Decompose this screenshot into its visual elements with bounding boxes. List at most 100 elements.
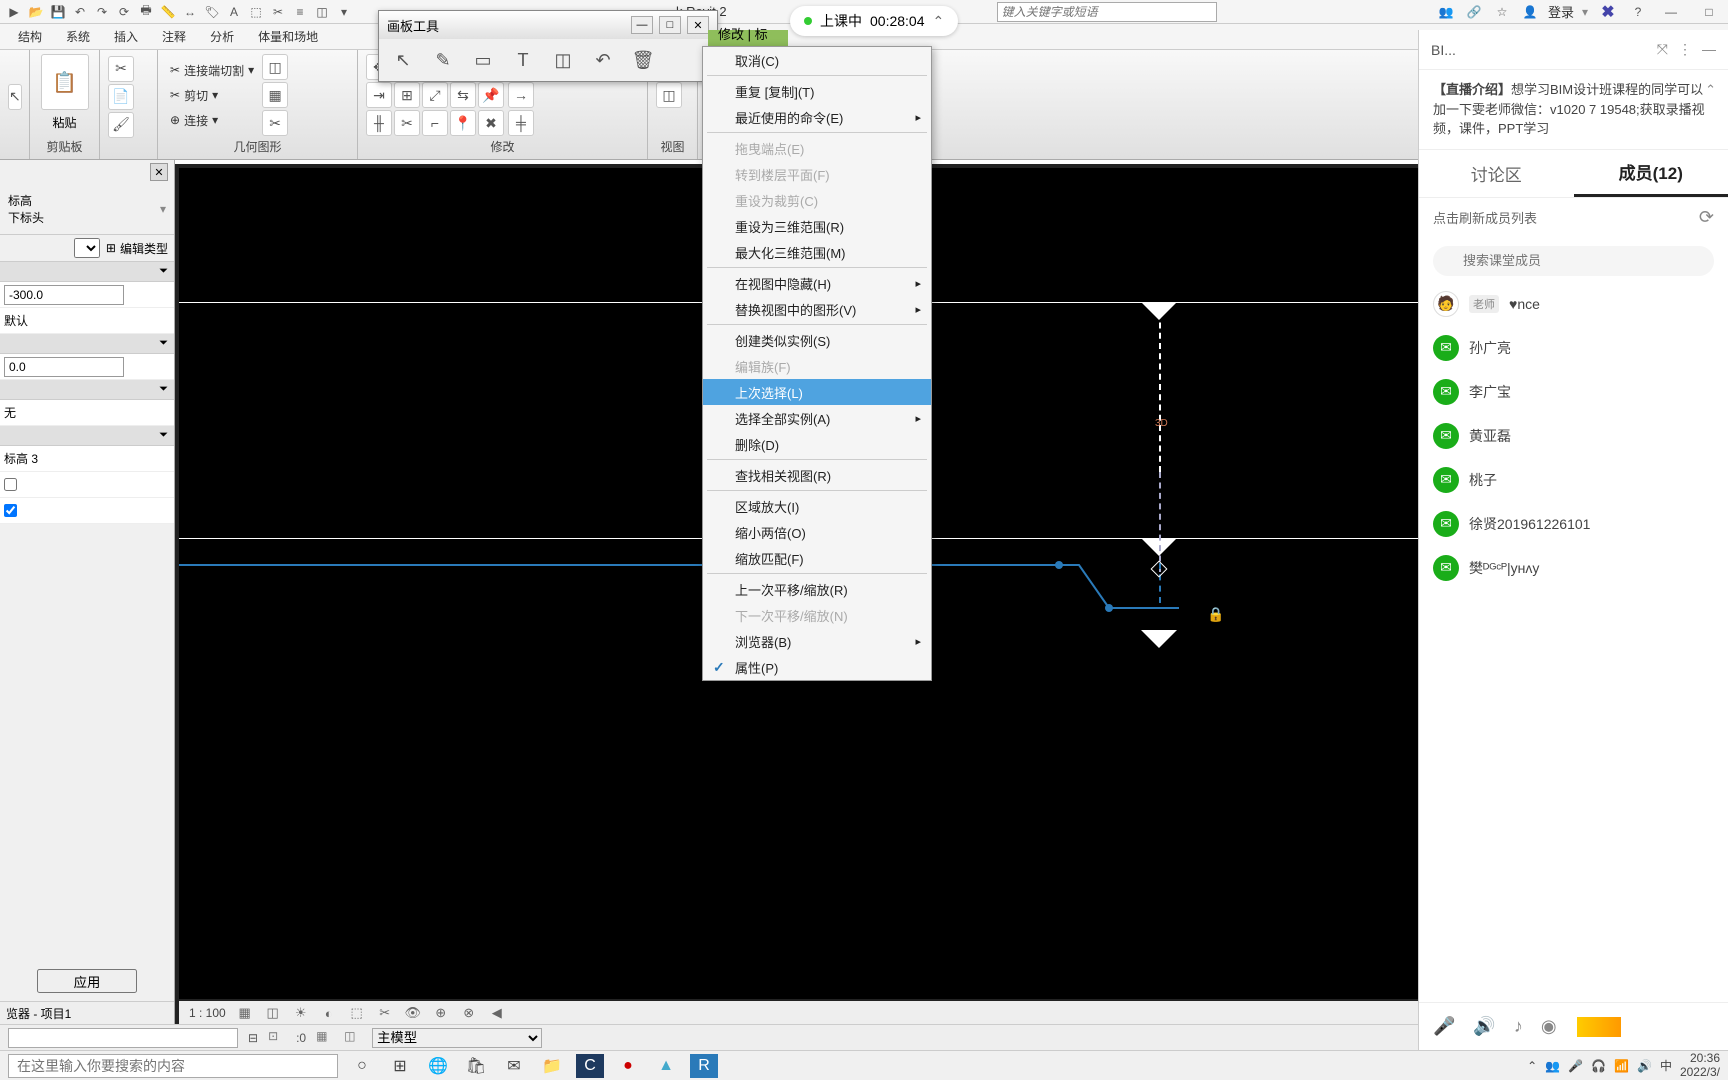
cad-app-icon[interactable]: C <box>576 1054 604 1078</box>
tray-people-icon[interactable]: 👥 <box>1545 1059 1560 1073</box>
float-max-icon[interactable]: □ <box>659 16 681 34</box>
cut-geom-button[interactable]: ✂ 剪切 ▾ <box>166 85 258 106</box>
model-select[interactable]: 主模型 <box>372 1028 542 1048</box>
view-icon[interactable]: ◫ <box>656 82 682 108</box>
props-close-button[interactable]: ✕ <box>150 163 168 181</box>
split3-icon[interactable]: ╪ <box>508 110 534 136</box>
chat-pin-icon[interactable]: ⤧ <box>1657 41 1668 58</box>
save-icon[interactable]: 💾 <box>48 2 68 22</box>
tab-massing[interactable]: 体量和场地 <box>248 24 328 49</box>
ctx-properties[interactable]: 属性(P) <box>703 654 931 680</box>
undo-tool-icon[interactable]: ↶ <box>589 46 617 74</box>
ctx-repeat[interactable]: 重复 [复制](T) <box>703 78 931 104</box>
prev-icon[interactable]: ◀ <box>488 1004 506 1022</box>
clock-date[interactable]: 2022/3/ <box>1680 1066 1720 1079</box>
render-icon[interactable]: ⬚ <box>348 1004 366 1022</box>
chat-refresh-icon[interactable]: ⟳ <box>1699 207 1714 228</box>
tab-annotate[interactable]: 注释 <box>152 24 196 49</box>
chat-tab-members[interactable]: 成员(12) <box>1574 150 1728 197</box>
undo-icon[interactable]: ↶ <box>70 2 90 22</box>
tab-system[interactable]: 系统 <box>56 24 100 49</box>
ctx-max-3d[interactable]: 最大化三维范围(M) <box>703 239 931 265</box>
compute-height-input[interactable] <box>4 357 124 377</box>
fav-icon[interactable]: ☆ <box>1492 2 1512 22</box>
app-menu-icon[interactable]: ▶ <box>4 2 24 22</box>
chat-member[interactable]: 🧑 老师 ♥nce <box>1419 282 1728 326</box>
measure-icon[interactable]: 📏 <box>158 2 178 22</box>
windows-search-input[interactable] <box>8 1054 338 1078</box>
type-dropdown-icon[interactable]: ▾ <box>160 202 166 216</box>
user-icon[interactable]: 👤 <box>1520 2 1540 22</box>
mic-icon[interactable]: 🎤 <box>1433 1016 1455 1037</box>
text-icon[interactable]: A <box>224 2 244 22</box>
chat-member[interactable]: ✉ 徐贤201961226101 <box>1419 502 1728 546</box>
chat-member[interactable]: ✉ 孙广亮 <box>1419 326 1728 370</box>
align-icon[interactable]: ╫ <box>366 110 392 136</box>
chat-more-icon[interactable]: ⋮ <box>1678 41 1692 58</box>
close-hidden-icon[interactable]: ◫ <box>312 2 332 22</box>
ctx-delete[interactable]: 删除(D) <box>703 431 931 457</box>
thin-icon[interactable]: ≡ <box>290 2 310 22</box>
tray-headset-icon[interactable]: 🎧 <box>1591 1059 1606 1073</box>
chat-search-input[interactable] <box>1433 246 1714 276</box>
props-section-4[interactable]: ⏷ <box>0 426 174 446</box>
chat-member[interactable]: ✉ 李广宝 <box>1419 370 1728 414</box>
open-icon[interactable]: 📂 <box>26 2 46 22</box>
dim-icon[interactable]: ↔ <box>180 2 200 22</box>
ctx-zoom-out[interactable]: 缩小两倍(O) <box>703 519 931 545</box>
login-link[interactable]: 登录 <box>1548 2 1574 21</box>
edit-type-button[interactable]: ⊞ 编辑类型 <box>106 240 168 257</box>
ctx-create-similar[interactable]: 创建类似实例(S) <box>703 327 931 353</box>
cortana-icon[interactable]: ○ <box>348 1054 376 1078</box>
props-section-2[interactable]: ⏷ <box>0 334 174 354</box>
text-tool-icon[interactable]: T <box>509 46 537 74</box>
share-icon[interactable]: 🔗 <box>1464 2 1484 22</box>
float-close-icon[interactable]: ✕ <box>687 16 709 34</box>
chat-tab-discuss[interactable]: 讨论区 <box>1419 150 1574 197</box>
timer-collapse-icon[interactable]: ⌃ <box>933 13 945 30</box>
props-check-1[interactable] <box>4 478 17 491</box>
camera-icon[interactable]: ◉ <box>1541 1016 1557 1037</box>
reveal-icon[interactable]: ⊕ <box>432 1004 450 1022</box>
chat-member[interactable]: ✉ 樊ᴰᴳᶜᴾ|yʜᴧy <box>1419 546 1728 590</box>
exchange-icon[interactable]: ✖ <box>1596 2 1620 22</box>
extend-icon[interactable]: → <box>508 82 534 108</box>
ctx-hide-in-view[interactable]: 在视图中隐藏(H) <box>703 270 931 296</box>
offset-icon[interactable]: ⇥ <box>366 82 392 108</box>
paste-button[interactable]: 📋 <box>41 54 89 110</box>
ctx-prev-pan[interactable]: 上一次平移/缩放(R) <box>703 576 931 602</box>
mirror2-icon[interactable]: ⇆ <box>450 82 476 108</box>
wall-icon[interactable]: ▦ <box>262 82 288 108</box>
apply-button[interactable]: 应用 <box>37 969 137 993</box>
pencil-tool-icon[interactable]: ✎ <box>429 46 457 74</box>
eraser-tool-icon[interactable]: ◫ <box>549 46 577 74</box>
comm-icon[interactable]: 👥 <box>1436 2 1456 22</box>
section-icon[interactable]: ✂ <box>268 2 288 22</box>
tray-volume-icon[interactable]: 🔊 <box>1637 1059 1652 1073</box>
chat-intro-expand-icon[interactable]: ⌃ <box>1705 80 1716 100</box>
sun-icon[interactable]: ☀ <box>292 1004 310 1022</box>
unpin-icon[interactable]: 📍 <box>450 110 476 136</box>
delete-icon[interactable]: ✖ <box>478 110 504 136</box>
trim2-icon[interactable]: ⌐ <box>422 110 448 136</box>
mail-icon[interactable]: ✉ <box>500 1054 528 1078</box>
tray-ime-icon[interactable]: 中 <box>1660 1057 1672 1074</box>
hide-icon[interactable]: 👁 <box>404 1004 422 1022</box>
props-section-3[interactable]: ⏷ <box>0 380 174 400</box>
status-icon1[interactable]: ⊡ <box>268 1029 286 1047</box>
ctx-select-all[interactable]: 选择全部实例(A) <box>703 405 931 431</box>
explorer-icon[interactable]: 📁 <box>538 1054 566 1078</box>
tray-wifi-icon[interactable]: 📶 <box>1614 1059 1629 1073</box>
modify-arrow-icon[interactable]: ↖ <box>8 84 22 110</box>
constraint-icon[interactable]: ⊗ <box>460 1004 478 1022</box>
help-search-input[interactable] <box>997 2 1217 22</box>
tab-structure[interactable]: 结构 <box>8 24 52 49</box>
chat-min-icon[interactable]: — <box>1702 41 1716 58</box>
props-section-1[interactable]: ⏷ <box>0 262 174 282</box>
model-disp-icon[interactable]: ◫ <box>264 1004 282 1022</box>
trash-tool-icon[interactable]: 🗑 <box>629 46 657 74</box>
store-icon[interactable]: 🛍 <box>462 1054 490 1078</box>
window-min-icon[interactable]: — <box>1656 2 1686 22</box>
float-min-icon[interactable]: — <box>631 16 653 34</box>
cut-icon[interactable]: ✂ <box>108 56 134 82</box>
